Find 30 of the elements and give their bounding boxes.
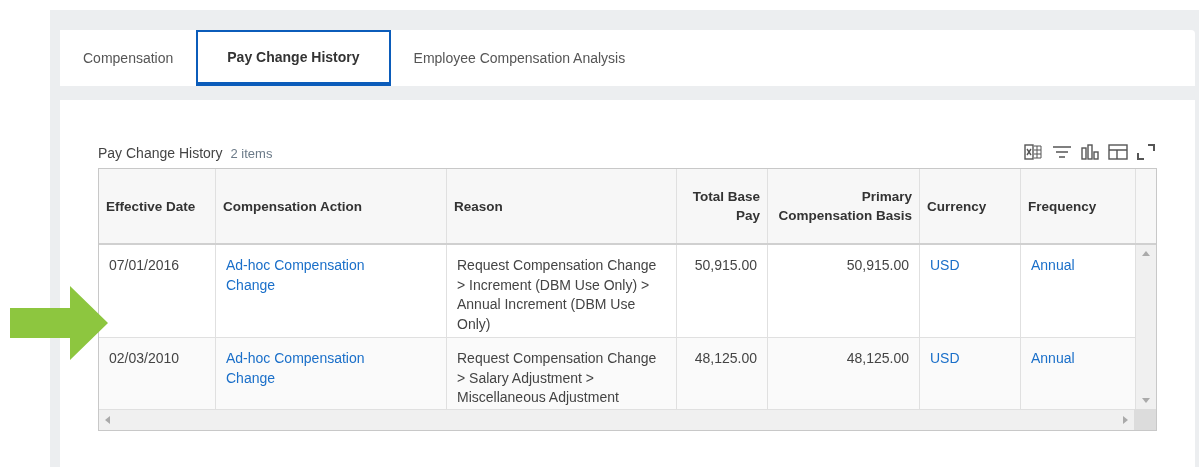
column-header[interactable]: Total Base Pay: [677, 169, 768, 243]
bar-chart-icon[interactable]: [1079, 142, 1101, 162]
table-cell: 50,915.00: [768, 245, 920, 337]
table-cell: Request Compensation Change > Increment (DBM Use Only) > Annual Increment (DBM Use Only): [447, 245, 677, 337]
table-link[interactable]: Ad-hoc Compensation Change: [226, 256, 386, 295]
horizontal-scrollbar[interactable]: [99, 409, 1134, 430]
arrow-icon: [10, 286, 108, 360]
grid-title: Pay Change History: [98, 144, 223, 163]
table-link[interactable]: USD: [930, 349, 1010, 369]
expand-icon[interactable]: [1135, 142, 1157, 162]
item-count: 2 items: [230, 145, 273, 163]
table-cell: 50,915.00: [677, 245, 768, 337]
scroll-left-icon: [105, 416, 110, 424]
column-header[interactable]: Effective Date: [99, 169, 216, 243]
scroll-right-icon: [1123, 416, 1128, 424]
table-link[interactable]: Annual: [1031, 349, 1125, 369]
scroll-down-icon: [1142, 398, 1150, 403]
layout-icon[interactable]: [1107, 142, 1129, 162]
table-link[interactable]: Annual: [1031, 256, 1125, 276]
table-link[interactable]: Ad-hoc Compensation Change: [226, 349, 386, 388]
column-header[interactable]: Compensation Action: [216, 169, 447, 243]
tab[interactable]: Pay Change History: [196, 30, 391, 86]
scroll-up-icon: [1142, 251, 1150, 256]
column-header[interactable]: Frequency: [1021, 169, 1136, 243]
excel-export-icon[interactable]: [1023, 142, 1045, 162]
column-header[interactable]: Currency: [920, 169, 1021, 243]
vertical-scrollbar[interactable]: [1136, 245, 1156, 409]
column-header[interactable]: Primary Compensation Basis: [768, 169, 920, 243]
column-header[interactable]: Reason: [447, 169, 677, 243]
table-link[interactable]: USD: [930, 256, 1010, 276]
